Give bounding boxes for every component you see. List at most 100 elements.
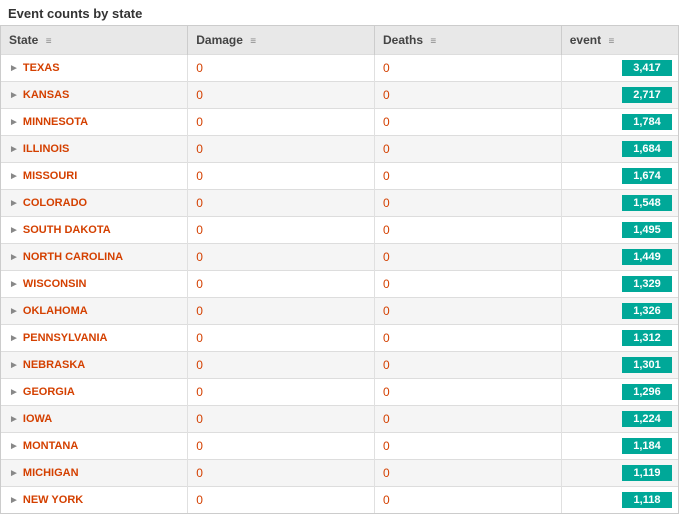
table-row[interactable]: ► IOWA 0 0 1,224 (1, 406, 678, 433)
cell-damage: 0 (188, 82, 375, 109)
state-name: NEW YORK (23, 494, 83, 506)
table-row[interactable]: ► PENNSYLVANIA 00 1,312 (1, 325, 678, 352)
table-row[interactable]: ► MICHIGAN 00 1,119 (1, 460, 678, 487)
damage-value: 0 (196, 412, 203, 426)
expand-icon[interactable]: ► (9, 360, 19, 371)
expand-icon[interactable]: ► (9, 198, 19, 209)
expand-icon[interactable]: ► (9, 441, 19, 452)
deaths-value: 0 (383, 439, 390, 453)
damage-value: 0 (196, 223, 203, 237)
cell-damage: 0 (188, 352, 375, 379)
cell-deaths: 0 (375, 487, 562, 514)
cell-damage: 0 (188, 217, 375, 244)
state-name: MONTANA (23, 440, 78, 452)
sort-icon-event[interactable]: ≡ (608, 36, 614, 47)
cell-damage: 0 (188, 406, 375, 433)
state-name: KANSAS (23, 89, 69, 101)
table-row[interactable]: ► GEORGIA 00 1,296 (1, 379, 678, 406)
deaths-value: 0 (383, 385, 390, 399)
damage-value: 0 (196, 61, 203, 75)
deaths-value: 0 (383, 412, 390, 426)
cell-deaths: 0 (375, 55, 562, 82)
event-badge: 1,548 (622, 195, 672, 211)
cell-event: 1,495 (561, 217, 678, 244)
table-row[interactable]: ► SOUTH DAKOTA 0 0 1,495 (1, 217, 678, 244)
cell-event: 1,184 (561, 433, 678, 460)
table-row[interactable]: ► NEBRASKA 00 1,301 (1, 352, 678, 379)
cell-state: ► MISSOURI (1, 163, 188, 190)
expand-icon[interactable]: ► (9, 333, 19, 344)
state-name: NORTH CAROLINA (23, 251, 123, 263)
col-header-deaths[interactable]: Deaths ≡ (375, 26, 562, 55)
expand-icon[interactable]: ► (9, 90, 19, 101)
event-badge: 1,495 (622, 222, 672, 238)
cell-deaths: 0 (375, 271, 562, 298)
expand-icon[interactable]: ► (9, 225, 19, 236)
table-row[interactable]: ► MONTANA 0 0 1,184 (1, 433, 678, 460)
table-row[interactable]: ► MISSOURI 00 1,674 (1, 163, 678, 190)
expand-icon[interactable]: ► (9, 63, 19, 74)
event-badge: 1,329 (622, 276, 672, 292)
table-row[interactable]: ► TEXAS 0 0 3,417 (1, 55, 678, 82)
expand-icon[interactable]: ► (9, 279, 19, 290)
state-name: MICHIGAN (23, 467, 79, 479)
state-name: TEXAS (23, 62, 60, 74)
expand-icon[interactable]: ► (9, 117, 19, 128)
cell-state: ► NEW YORK (1, 487, 188, 514)
event-badge: 1,326 (622, 303, 672, 319)
cell-event: 1,224 (561, 406, 678, 433)
damage-value: 0 (196, 169, 203, 183)
state-name: IOWA (23, 413, 52, 425)
table-row[interactable]: ► NEW YORK 0 0 1,118 (1, 487, 678, 514)
col-header-event[interactable]: event ≡ (561, 26, 678, 55)
cell-state: ► WISCONSIN (1, 271, 188, 298)
cell-deaths: 0 (375, 379, 562, 406)
cell-deaths: 0 (375, 109, 562, 136)
table-row[interactable]: ► ILLINOIS 00 1,684 (1, 136, 678, 163)
table-row[interactable]: ► NORTH CAROLINA 00 1,449 (1, 244, 678, 271)
expand-icon[interactable]: ► (9, 144, 19, 155)
cell-event: 3,417 (561, 55, 678, 82)
state-name: OKLAHOMA (23, 305, 88, 317)
damage-value: 0 (196, 250, 203, 264)
state-name: PENNSYLVANIA (23, 332, 108, 344)
cell-damage: 0 (188, 190, 375, 217)
table-row[interactable]: ► MINNESOTA 00 1,784 (1, 109, 678, 136)
widget-title: Event counts by state (0, 0, 679, 25)
damage-value: 0 (196, 493, 203, 507)
table-row[interactable]: ► OKLAHOMA 00 1,326 (1, 298, 678, 325)
damage-value: 0 (196, 142, 203, 156)
col-header-damage[interactable]: Damage ≡ (188, 26, 375, 55)
event-badge: 1,184 (622, 438, 672, 454)
expand-icon[interactable]: ► (9, 252, 19, 263)
sort-icon-state[interactable]: ≡ (46, 36, 52, 47)
table-row[interactable]: ► KANSAS 00 2,717 (1, 82, 678, 109)
expand-icon[interactable]: ► (9, 468, 19, 479)
deaths-value: 0 (383, 223, 390, 237)
table-body: ► TEXAS 00 3,417 ► KANSAS 00 2,717 ► MIN… (1, 55, 678, 514)
sort-icon-deaths[interactable]: ≡ (430, 36, 436, 47)
event-badge: 1,118 (622, 492, 672, 508)
cell-damage: 0 (188, 244, 375, 271)
col-header-state[interactable]: State ≡ (1, 26, 188, 55)
expand-icon[interactable]: ► (9, 306, 19, 317)
cell-state: ► MINNESOTA (1, 109, 188, 136)
damage-value: 0 (196, 385, 203, 399)
expand-icon[interactable]: ► (9, 495, 19, 506)
sort-icon-damage[interactable]: ≡ (250, 36, 256, 47)
damage-value: 0 (196, 196, 203, 210)
table-row[interactable]: ► WISCONSIN 00 1,329 (1, 271, 678, 298)
expand-icon[interactable]: ► (9, 414, 19, 425)
cell-state: ► PENNSYLVANIA (1, 325, 188, 352)
damage-value: 0 (196, 439, 203, 453)
deaths-value: 0 (383, 115, 390, 129)
expand-icon[interactable]: ► (9, 387, 19, 398)
data-table: State ≡ Damage ≡ Deaths ≡ event ≡ ► T (1, 26, 678, 513)
cell-event: 1,449 (561, 244, 678, 271)
cell-event: 1,312 (561, 325, 678, 352)
state-name: SOUTH DAKOTA (23, 224, 111, 236)
cell-deaths: 0 (375, 433, 562, 460)
cell-damage: 0 (188, 55, 375, 82)
expand-icon[interactable]: ► (9, 171, 19, 182)
table-row[interactable]: ► COLORADO 00 1,548 (1, 190, 678, 217)
